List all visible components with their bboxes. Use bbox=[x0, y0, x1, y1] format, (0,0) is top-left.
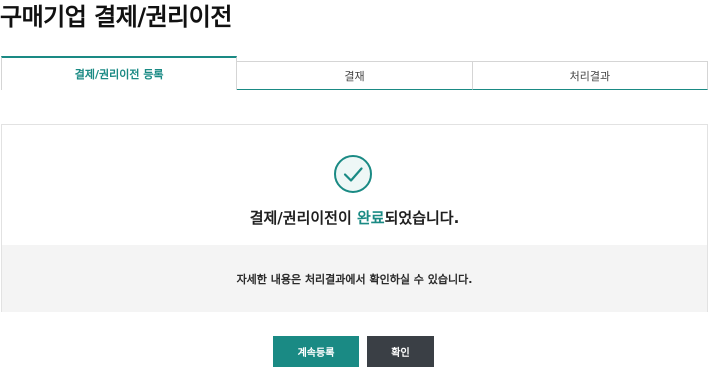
tab-registration[interactable]: 결제/권리이전 등록 bbox=[1, 56, 238, 90]
info-text: 자세한 내용은 처리결과에서 확인하실 수 있습니다. bbox=[236, 272, 473, 286]
completion-message: 결제/권리이전이 완료되었습니다. bbox=[2, 207, 707, 228]
page-title: 구매기업 결제/권리이전 bbox=[0, 3, 232, 31]
completion-message-prefix: 결제/권리이전이 bbox=[249, 209, 357, 227]
confirm-button[interactable]: 확인 bbox=[367, 336, 434, 367]
info-box: 자세한 내용은 처리결과에서 확인하실 수 있습니다. bbox=[2, 245, 707, 312]
check-circle-icon bbox=[334, 155, 372, 193]
tab-bar: 결제/권리이전 등록 결재 처리결과 bbox=[1, 56, 708, 90]
tab-result[interactable]: 처리결과 bbox=[472, 61, 708, 90]
result-panel: 결제/권리이전이 완료되었습니다. 자세한 내용은 처리결과에서 확인하실 수 … bbox=[1, 124, 708, 312]
completion-highlight: 완료 bbox=[357, 209, 385, 227]
continue-register-button[interactable]: 계속등록 bbox=[273, 336, 359, 367]
completion-message-suffix: 되었습니다. bbox=[384, 209, 460, 227]
tab-approval[interactable]: 결재 bbox=[237, 61, 473, 90]
